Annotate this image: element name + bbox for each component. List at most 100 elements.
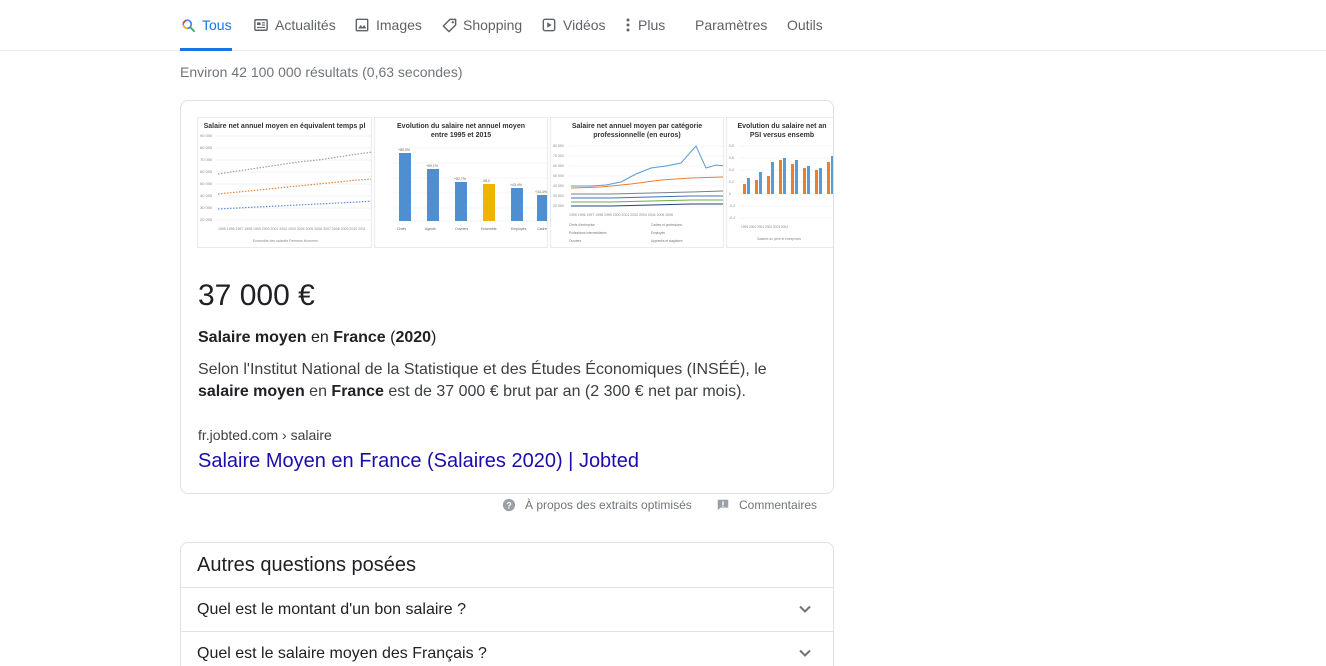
- svg-text:80 000: 80 000: [553, 144, 564, 148]
- answer-value: 37 000 €: [198, 279, 315, 312]
- answer-description-text: est de 37 000 € brut par an (2 300 € net…: [383, 383, 746, 400]
- people-also-ask: Autres questions posées Quel est le mont…: [180, 542, 834, 666]
- tab-more[interactable]: Plus: [624, 0, 665, 50]
- tab-shopping[interactable]: Shopping: [441, 0, 522, 50]
- tab-images[interactable]: Images: [354, 0, 422, 50]
- svg-text:0: 0: [729, 192, 731, 196]
- paa-question[interactable]: Quel est le montant d'un bon salaire ?: [181, 587, 833, 631]
- answer-description-text: Selon l'Institut National de la Statisti…: [198, 361, 767, 378]
- svg-text:+69,1%: +69,1%: [426, 164, 438, 168]
- paa-question-text: Quel est le salaire moyen des Français ?: [197, 645, 487, 662]
- svg-text:Ouvriers: Ouvriers: [569, 239, 581, 243]
- tab-settings[interactable]: Paramètres: [695, 0, 767, 50]
- feedback-link[interactable]: Commentaires: [716, 498, 817, 512]
- thumbnail-grouped-bar-chart: 0,8 0,6 0,4 0,2 0 -0,2 -0,4 1999 2000 2001 200…: [729, 144, 833, 241]
- svg-text:0,4: 0,4: [729, 168, 734, 172]
- tab-tools[interactable]: Outils: [787, 0, 823, 50]
- svg-text:Ensemble: Ensemble: [481, 227, 497, 231]
- thumbnail-line-chart: 90 000 80 000 70 000 60 000 50 000 40 000 30 0…: [200, 133, 371, 243]
- svg-text:50 000: 50 000: [553, 174, 564, 178]
- svg-text:+52,7%: +52,7%: [454, 177, 466, 181]
- svg-text:1995 1996 1997 1998 1999 2000: 1995 1996 1997 1998 1999 2000 2001 2002 …: [569, 213, 673, 217]
- answer-subtitle-bold: Salaire moyen: [198, 329, 307, 346]
- svg-text:70 000: 70 000: [553, 154, 564, 158]
- thumbnail-image[interactable]: Salaire net annuel moyen en équivalent t…: [197, 117, 372, 248]
- svg-text:0,2: 0,2: [729, 180, 734, 184]
- answer-subtitle-text: en: [306, 329, 334, 346]
- svg-text:-0,2: -0,2: [729, 204, 735, 208]
- svg-text:Employés: Employés: [651, 231, 665, 235]
- svg-text:Ensemble des salariés Femmes: Ensemble des salariés Femmes Hommes: [253, 239, 318, 243]
- svg-text:90 000: 90 000: [200, 133, 213, 138]
- tab-news[interactable]: Actualités: [253, 0, 336, 50]
- thumbnail-image[interactable]: Salaire net annuel moyen par catégorie p…: [550, 117, 724, 248]
- svg-text:Salariés du privé et entrepris: Salariés du privé et entreprises: [757, 237, 801, 241]
- svg-text:?: ?: [506, 501, 511, 511]
- thumbnail-image[interactable]: Evolution du salaire net an PSI versus e…: [726, 117, 833, 248]
- answer-subtitle-bold: France: [333, 329, 386, 346]
- svg-text:Apprentis et stagiaires: Apprentis et stagiaires: [651, 239, 683, 243]
- tab-shopping-label: Shopping: [463, 17, 523, 33]
- svg-text:40 000: 40 000: [553, 184, 564, 188]
- thumbnail-bar-chart: +89,0% +69,1% +52,7% 48,0 +43,4% +34,4% Chefs…: [391, 147, 548, 231]
- svg-text:60 000: 60 000: [200, 169, 213, 174]
- search-icon: [180, 17, 196, 33]
- svg-text:30 000: 30 000: [200, 205, 213, 210]
- news-icon: [253, 17, 269, 33]
- svg-text:30 000: 30 000: [553, 194, 564, 198]
- svg-text:-0,4: -0,4: [729, 216, 735, 220]
- svg-text:Ouvriers: Ouvriers: [455, 227, 468, 231]
- svg-text:Chefs: Chefs: [397, 227, 406, 231]
- tab-settings-label: Paramètres: [695, 17, 768, 33]
- chevron-down-icon: [797, 601, 813, 617]
- answer-subtitle: Salaire moyen en France (2020): [198, 329, 436, 347]
- tab-all[interactable]: Tous: [180, 0, 232, 51]
- tag-icon: [441, 17, 457, 33]
- svg-text:+89,0%: +89,0%: [398, 148, 410, 152]
- answer-description-bold: salaire moyen: [198, 383, 305, 400]
- svg-text:Chefs d'entreprise: Chefs d'entreprise: [569, 223, 595, 227]
- svg-text:Employés: Employés: [511, 227, 527, 231]
- tab-videos[interactable]: Vidéos: [541, 0, 606, 50]
- tab-news-label: Actualités: [275, 17, 336, 33]
- more-vert-icon: [624, 17, 632, 33]
- about-snippets-link[interactable]: ? À propos des extraits optimisés: [502, 498, 692, 512]
- paa-question[interactable]: Quel est le salaire moyen des Français ?: [181, 631, 833, 666]
- svg-text:1999 2000 2001 2002 2003 2004: 1999 2000 2001 2002 2003 2004: [741, 225, 788, 229]
- image-icon: [354, 17, 370, 33]
- thumbnail-image[interactable]: Evolution du salaire net annuel moyen en…: [374, 117, 548, 248]
- svg-text:1995 1996 1997 1998 1999 2000: 1995 1996 1997 1998 1999 2000 2001 2002 …: [218, 227, 366, 231]
- svg-text:80 000: 80 000: [200, 145, 213, 150]
- answer-description-text: en: [304, 383, 332, 400]
- tab-tools-label: Outils: [787, 17, 823, 33]
- featured-snippet: Salaire net annuel moyen en équivalent t…: [180, 100, 834, 494]
- answer-description: Selon l'Institut National de la Statisti…: [198, 359, 798, 403]
- image-strip: Salaire net annuel moyen en équivalent t…: [197, 117, 833, 248]
- feedback-label: Commentaires: [739, 498, 818, 512]
- svg-text:50 000: 50 000: [200, 181, 213, 186]
- svg-text:60 000: 60 000: [553, 164, 564, 168]
- source-title-link[interactable]: Salaire Moyen en France (Salaires 2020) …: [198, 450, 639, 473]
- help-icon: ?: [502, 498, 516, 512]
- result-stats: Environ 42 100 000 résultats (0,63 secon…: [180, 64, 463, 80]
- svg-text:40 000: 40 000: [200, 193, 213, 198]
- svg-text:Agents: Agents: [425, 227, 436, 231]
- tab-more-label: Plus: [638, 17, 666, 33]
- svg-text:70 000: 70 000: [200, 157, 213, 162]
- tab-videos-label: Vidéos: [563, 17, 606, 33]
- svg-text:Cadres et professions: Cadres et professions: [651, 223, 682, 227]
- thumbnail-multi-line-chart: 80 000 70 000 60 000 50 000 40 000 30 000 20 0…: [553, 144, 723, 243]
- answer-description-bold: France: [331, 383, 384, 400]
- search-tabs-bar: Tous Actualités Images Shopping Vidéos P…: [0, 0, 1326, 51]
- answer-subtitle-text: ): [431, 329, 437, 346]
- svg-text:+43,4%: +43,4%: [510, 183, 522, 187]
- svg-text:48,0: 48,0: [483, 179, 490, 183]
- svg-text:20 000: 20 000: [200, 217, 213, 222]
- about-snippets-label: À propos des extraits optimisés: [525, 498, 692, 512]
- svg-text:Professions intermédiaires: Professions intermédiaires: [569, 231, 607, 235]
- svg-text:Cadres: Cadres: [537, 227, 548, 231]
- paa-question-text: Quel est le montant d'un bon salaire ?: [197, 601, 466, 618]
- svg-text:0,6: 0,6: [729, 156, 734, 160]
- paa-title: Autres questions posées: [197, 554, 417, 576]
- tab-all-label: Tous: [202, 17, 232, 33]
